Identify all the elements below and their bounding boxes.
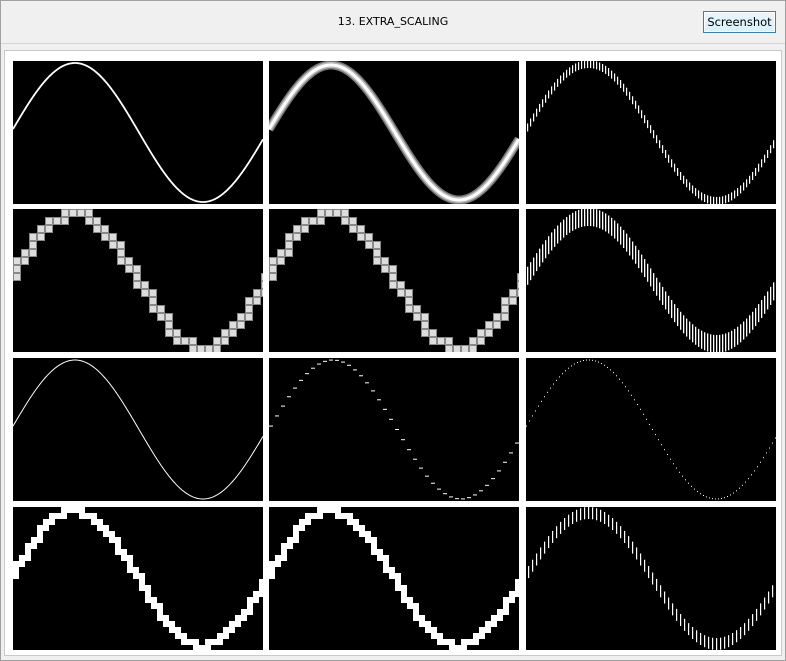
sine-wave-render <box>269 209 519 352</box>
panel-sampled-striped <box>526 61 776 204</box>
panel-blocky-blurred <box>13 209 263 352</box>
sine-wave-render <box>269 507 519 650</box>
panel-blocky-pixelated <box>13 507 263 650</box>
panel-smooth-thin <box>13 61 263 204</box>
sine-wave-render <box>527 209 775 352</box>
sine-wave-render <box>13 62 263 203</box>
sine-wave-render <box>528 507 774 650</box>
sine-wave-render <box>13 507 263 650</box>
panel-blocky-blurred-2 <box>269 209 519 352</box>
sine-wave-render <box>526 359 776 500</box>
sine-wave-render <box>13 359 263 500</box>
panel-aliased-thin <box>13 358 263 501</box>
panel-aliased-dotted <box>526 358 776 501</box>
sine-wave-render <box>269 359 519 500</box>
sine-wave-render <box>13 209 263 352</box>
render-grid <box>1 1 786 661</box>
sine-wave-render <box>269 61 519 204</box>
panel-sampled-striped-thick <box>526 209 776 352</box>
app-window: 13. EXTRA_SCALING Screenshot <box>0 0 786 661</box>
sine-wave-render <box>527 61 775 204</box>
panel-aliased-dashed <box>269 358 519 501</box>
panel-sampled-bars <box>526 507 776 650</box>
panel-smooth-thick-blurred <box>269 61 519 204</box>
panel-blocky-pixelated-2 <box>269 507 519 650</box>
